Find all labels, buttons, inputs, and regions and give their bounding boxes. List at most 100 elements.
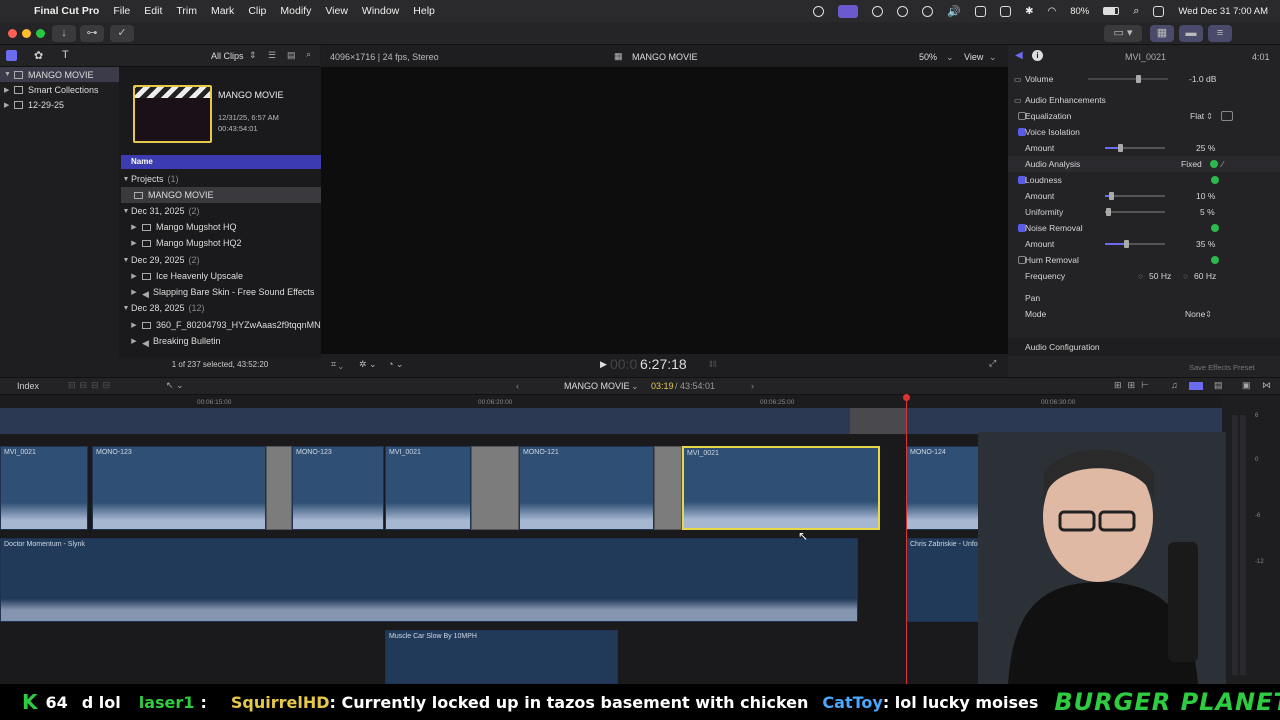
audio-inspector-icon[interactable]: ◀	[1015, 50, 1023, 61]
speed-icon[interactable]: ◔ ⌄	[388, 359, 403, 370]
effects-browser-icon[interactable]: ▣	[1242, 380, 1251, 391]
control-center-icon[interactable]	[1153, 5, 1165, 17]
timeline-project-name[interactable]: MANGO MOVIE	[564, 381, 630, 391]
loudness-amount-slider[interactable]	[1105, 192, 1165, 200]
edit-tools-icon[interactable]: ⊟⊟⊟⊟	[68, 380, 114, 391]
timeline-clip[interactable]: MONO-121	[519, 446, 654, 530]
disclosure-icon[interactable]: ▶	[129, 321, 139, 329]
disclosure-icon[interactable]: ▼	[121, 305, 131, 312]
zoom-window-button[interactable]	[36, 29, 45, 38]
menu-clip[interactable]: Clip	[248, 5, 266, 17]
workspace-button[interactable]: ▭ ▾	[1104, 25, 1142, 42]
pan-header[interactable]: Pan	[1008, 290, 1280, 306]
list-item[interactable]: ▶ Mango Mugshot HQ	[121, 219, 321, 235]
expand-icon[interactable]: ▶	[4, 101, 12, 109]
browser-toggle-button[interactable]: ▦	[1150, 25, 1174, 42]
frequency-60[interactable]: 60 Hz	[1194, 271, 1216, 281]
project-chevron-icon[interactable]: ⌄	[631, 381, 639, 392]
slider-knob[interactable]	[1118, 144, 1123, 152]
slider-knob[interactable]	[1124, 240, 1129, 248]
timeline-index-button[interactable]: Index	[17, 381, 39, 391]
menu-mark[interactable]: Mark	[211, 5, 234, 17]
wifi-icon[interactable]: ◠	[1047, 6, 1056, 17]
frequency-50[interactable]: 50 Hz	[1149, 271, 1171, 281]
slider-knob[interactable]	[1106, 208, 1111, 216]
filmstrip-icon[interactable]: ▤	[287, 50, 296, 61]
menu-modify[interactable]: Modify	[280, 5, 311, 17]
library-item-event[interactable]: ▶ 12-29-25	[0, 97, 119, 112]
magic-wand-icon[interactable]: ⁄	[1222, 159, 1223, 169]
close-window-button[interactable]	[8, 29, 17, 38]
menu-trim[interactable]: Trim	[176, 5, 197, 17]
disclosure-icon[interactable]: ▶	[129, 239, 139, 247]
timeline-clip[interactable]: MVI_0021	[385, 446, 471, 530]
headphones-icon[interactable]: ♫	[1171, 380, 1178, 390]
expand-icon[interactable]: ▶	[4, 86, 12, 94]
eq-graph-icon[interactable]	[1221, 111, 1233, 121]
enhance-icon[interactable]: ✲ ⌄	[359, 359, 377, 370]
list-view-icon[interactable]: ☰	[268, 50, 276, 61]
timeline-clip[interactable]: MONO-123	[92, 446, 266, 530]
radio-icon[interactable]: ○	[1138, 271, 1143, 281]
sfx-clip[interactable]: Muscle Car Slow By 10MPH	[385, 630, 618, 684]
fullscreen-icon[interactable]: ⤢	[989, 358, 996, 369]
save-effects-preset-button[interactable]: Save Effects Preset	[1189, 363, 1255, 372]
battery-icon[interactable]	[1103, 7, 1120, 15]
grid-icon[interactable]	[872, 5, 884, 17]
noise-amount-value[interactable]: 35 %	[1196, 239, 1215, 249]
transition[interactable]	[654, 446, 682, 530]
titles-icon[interactable]: T	[62, 49, 69, 61]
view-chevron-icon[interactable]: ⌄	[989, 52, 997, 63]
screen-record-icon[interactable]	[813, 5, 825, 17]
background-tasks-button[interactable]: ✓	[110, 25, 134, 42]
group-row[interactable]: ▼ Projects (1)	[121, 171, 321, 187]
timeline-toggle-button[interactable]: ▬	[1179, 25, 1203, 42]
volume-value[interactable]: -1.0 dB	[1189, 74, 1216, 84]
audio-configuration-row[interactable]: Audio Configuration	[1008, 338, 1280, 356]
transitions-icon[interactable]: ⋈	[1262, 380, 1271, 391]
search-icon[interactable]: ⌕	[1133, 5, 1139, 18]
clip-filter[interactable]: All Clips	[211, 51, 244, 61]
photos-icon[interactable]: ✿	[34, 49, 43, 62]
column-header-name[interactable]: Name	[121, 155, 321, 169]
disclosure-icon[interactable]: ▼	[121, 176, 131, 183]
playhead[interactable]	[906, 395, 907, 684]
list-item[interactable]: ▶ Mango Mugshot HQ2	[121, 235, 321, 251]
clock[interactable]: Wed Dec 31 7:00 AM	[1178, 6, 1268, 17]
zoom-tools-icon[interactable]: ⊞⊞⊢	[1114, 380, 1155, 391]
menu-window[interactable]: Window	[362, 5, 399, 17]
library-item-smart-collections[interactable]: ▶ Smart Collections	[0, 82, 119, 97]
zoom-chevron-icon[interactable]: ⌄	[946, 52, 954, 63]
list-item[interactable]: ▶ Ice Heavenly Upscale	[121, 268, 321, 284]
equalization-select[interactable]: Flat	[1190, 111, 1204, 121]
menu-help[interactable]: Help	[413, 5, 435, 17]
bluetooth-icon[interactable]: ✱	[1025, 6, 1033, 17]
app-menu[interactable]: Final Cut Pro	[34, 5, 99, 17]
playhead-handle[interactable]	[903, 394, 910, 401]
noise-amount-slider[interactable]	[1105, 240, 1165, 248]
volume-knob[interactable]	[1136, 75, 1141, 83]
import-button[interactable]: ↓	[52, 25, 76, 42]
project-thumbnail[interactable]	[133, 85, 212, 143]
play-button[interactable]: ▶	[600, 359, 607, 370]
snapping-icon[interactable]	[1189, 382, 1203, 390]
uniformity-slider[interactable]	[1105, 208, 1165, 216]
transition[interactable]	[471, 446, 519, 530]
select-tool-icon[interactable]: ↖ ⌄	[166, 380, 184, 391]
back-icon[interactable]: ‹	[516, 381, 519, 391]
library-item-mango-movie[interactable]: ▼ MANGO MOVIE	[0, 67, 119, 82]
group-row[interactable]: ▼ Dec 31, 2025 (2)	[121, 203, 321, 219]
list-item[interactable]: MANGO MOVIE	[121, 187, 321, 203]
play-icon[interactable]	[922, 5, 934, 17]
audio-enhancements-header[interactable]: ▭ Audio Enhancements	[1008, 92, 1280, 108]
cast-icon[interactable]	[1000, 5, 1012, 17]
radio-icon[interactable]: ○	[1183, 271, 1188, 281]
display-icon[interactable]	[975, 5, 987, 17]
view-menu[interactable]: View	[964, 52, 983, 62]
disclosure-icon[interactable]: ▶	[129, 272, 139, 280]
disclosure-icon[interactable]: ▼	[121, 208, 131, 215]
menu-view[interactable]: View	[325, 5, 348, 17]
disclosure-icon[interactable]: ▶	[129, 223, 139, 231]
menu-edit[interactable]: Edit	[144, 5, 162, 17]
volume-icon[interactable]: 🔊	[947, 5, 961, 18]
